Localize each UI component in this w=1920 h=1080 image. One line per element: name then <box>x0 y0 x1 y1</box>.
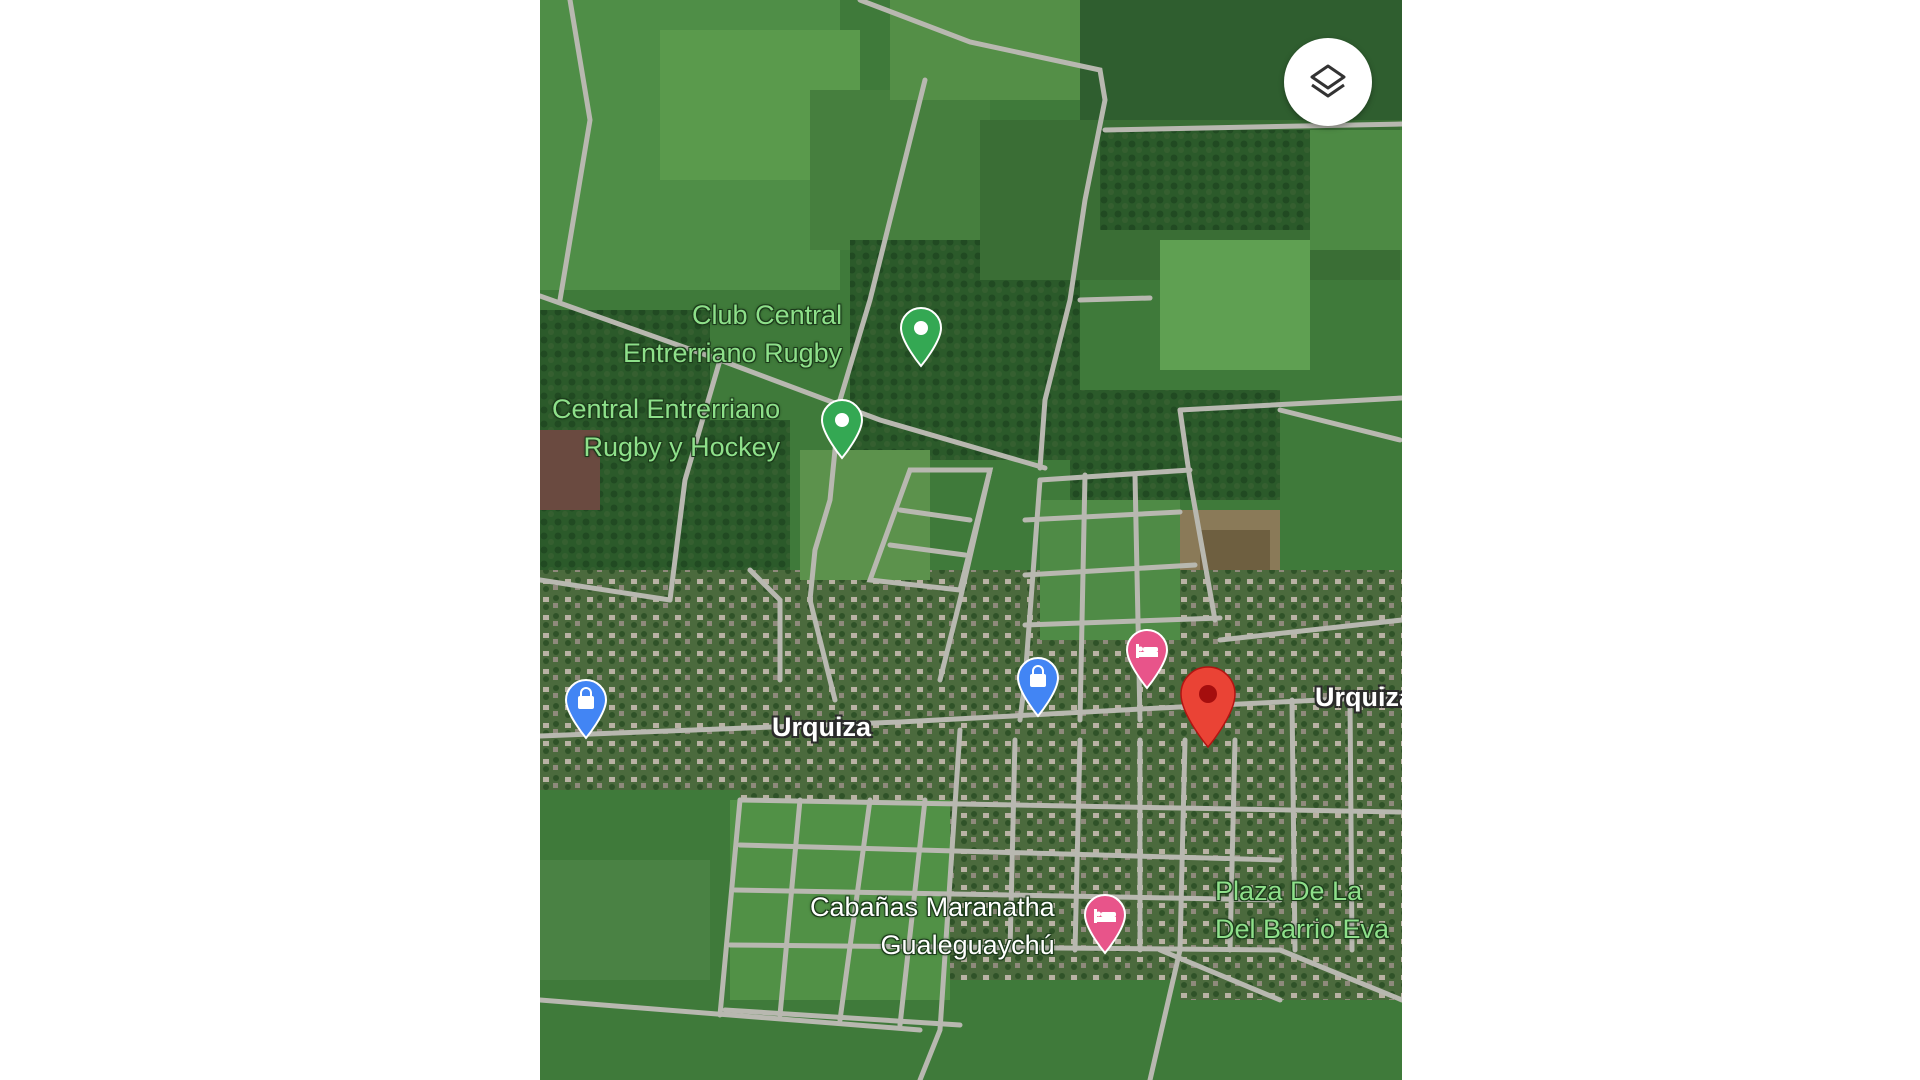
layers-button[interactable] <box>1284 38 1372 126</box>
park-pin-icon[interactable] <box>818 398 866 460</box>
hotel-pin-icon[interactable] <box>1123 628 1171 690</box>
place-label-cabanas-maranatha[interactable]: Cabañas Maranatha Gualeguaychú <box>810 888 1055 964</box>
place-label-club-central[interactable]: Club Central Entrerriano Rugby <box>623 296 842 372</box>
street-label-urquiza: Urquiza <box>772 712 872 742</box>
selected-location-pin-icon[interactable] <box>1178 665 1238 749</box>
layers-icon <box>1310 64 1346 98</box>
satellite-map[interactable]: Club Central Entrerriano Rugby Central E… <box>540 0 1402 1080</box>
hotel-pin-icon[interactable] <box>1081 893 1129 955</box>
shopping-bag-pin-icon[interactable] <box>1014 656 1062 718</box>
street-label-urquiza-east: Urquiza <box>1315 682 1402 712</box>
place-label-central-entrerriano[interactable]: Central Entrerriano Rugby y Hockey <box>552 390 780 466</box>
place-label-plaza[interactable]: Plaza De La Del Barrio Eva <box>1215 872 1389 948</box>
park-pin-icon[interactable] <box>897 306 945 368</box>
shopping-bag-pin-icon[interactable] <box>562 678 610 740</box>
